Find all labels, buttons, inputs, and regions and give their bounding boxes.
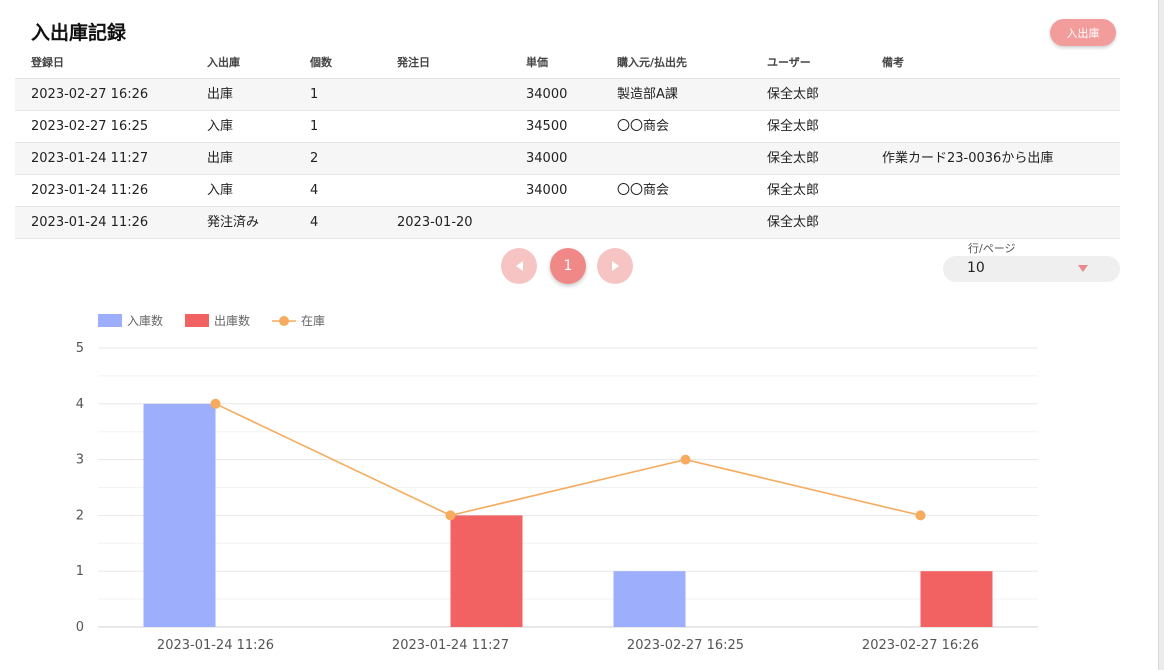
x-tick-label: 2023-02-27 16:25: [627, 638, 744, 653]
rows-per-page-value: 10: [967, 260, 985, 276]
table-cell: 2: [310, 151, 319, 166]
rows-per-page-label: 行/ページ: [968, 242, 1016, 255]
legend-label: 在庫: [301, 314, 325, 328]
legend-label: 入庫数: [127, 313, 163, 328]
table-row[interactable]: 2023-02-27 16:26 出庫 1 34000 製造部A課 保全太郎: [15, 79, 1120, 111]
legend-swatch: [98, 314, 122, 327]
x-tick-label: 2023-02-27 16:26: [862, 638, 979, 653]
y-tick-label: 4: [76, 397, 84, 412]
table-cell: 保全太郎: [767, 87, 820, 102]
legend-label: 出庫数: [214, 313, 250, 328]
bar: [920, 571, 993, 627]
table-cell: 出庫: [207, 151, 234, 166]
y-tick-label: 5: [76, 341, 84, 356]
table-cell: 34000: [526, 151, 568, 166]
x-tick-label: 2023-01-24 11:27: [392, 638, 509, 653]
legend-marker: [279, 316, 290, 326]
table-cell: 2023-02-27 16:26: [31, 87, 149, 102]
table-cell: 2023-01-24 11:26: [31, 215, 149, 230]
next-page-button[interactable]: [597, 248, 633, 284]
y-tick-label: 0: [76, 620, 84, 635]
table-cell: 4: [310, 183, 319, 198]
rows-per-page-select[interactable]: 10: [943, 256, 1120, 282]
table-cell: 〇〇商会: [617, 183, 670, 198]
legend-swatch: [185, 314, 210, 327]
records-table: 登録日 入出庫 個数 発注日 単価 購入元/払出先 ユーザー 備考 2023-0…: [15, 46, 1120, 239]
page-number-button[interactable]: 1: [550, 248, 586, 284]
table-cell: 保全太郎: [767, 119, 820, 134]
line-point: [445, 510, 456, 521]
stock-chart: 0 1 2 3 4 5 2023-01-24 11:26 2023-01-24 11:27 20…: [76, 313, 1038, 653]
bar: [143, 403, 216, 627]
scrollbar-track[interactable]: [1158, 0, 1164, 670]
table-cell: 入庫: [207, 183, 234, 198]
table-cell: 入庫: [207, 119, 234, 134]
header-cell[interactable]: 入出庫: [207, 46, 240, 79]
header-cell[interactable]: ユーザー: [767, 46, 811, 79]
table-cell: 34500: [526, 119, 568, 134]
y-tick-label: 2: [76, 508, 84, 523]
line-point: [915, 510, 926, 521]
table-cell: 4: [310, 215, 319, 230]
stock-inout-button[interactable]: 入出庫: [1050, 19, 1116, 46]
table-cell: 1: [310, 119, 319, 134]
y-tick-label: 1: [76, 564, 84, 579]
table-cell: 保全太郎: [767, 151, 820, 166]
table-cell: 製造部A課: [617, 87, 678, 102]
header-cell[interactable]: 備考: [882, 46, 904, 79]
table-row[interactable]: 2023-01-24 11:26 発注済み 4 2023-01-20 保全太郎: [15, 207, 1120, 239]
table-cell: 2023-01-24 11:27: [31, 151, 149, 166]
table-cell: 34000: [526, 183, 568, 198]
table-cell: 34000: [526, 87, 568, 102]
header-cell[interactable]: 登録日: [31, 46, 64, 79]
table-cell: 2023-02-27 16:25: [31, 119, 149, 134]
table-cell: 1: [310, 87, 319, 102]
page-title: 入出庫記録: [31, 22, 127, 44]
table-header: 登録日 入出庫 個数 発注日 単価 購入元/払出先 ユーザー 備考: [15, 46, 1120, 79]
x-tick-label: 2023-01-24 11:26: [157, 638, 274, 653]
table-cell: 出庫: [207, 87, 234, 102]
table-cell: 保全太郎: [767, 215, 820, 230]
line-point: [680, 454, 691, 465]
table-cell: 2023-01-24 11:26: [31, 183, 149, 198]
header-cell[interactable]: 単価: [526, 46, 548, 79]
table-cell: 作業カード23-0036から出庫: [882, 151, 1054, 166]
header-cell[interactable]: 購入元/払出先: [617, 46, 687, 79]
dropdown-caret-icon: [1078, 265, 1088, 272]
table-row[interactable]: 2023-01-24 11:27 出庫 2 34000 保全太郎 作業カード23…: [15, 143, 1120, 175]
bar: [450, 515, 523, 627]
header-cell[interactable]: 発注日: [397, 46, 430, 79]
table-row[interactable]: 2023-01-24 11:26 入庫 4 34000 〇〇商会 保全太郎: [15, 175, 1120, 207]
header-cell[interactable]: 個数: [310, 46, 332, 79]
y-tick-label: 3: [76, 453, 84, 468]
bar: [613, 571, 686, 627]
prev-page-icon: [515, 261, 523, 271]
table-cell: 2023-01-20: [397, 215, 473, 230]
table-cell: 発注済み: [207, 215, 260, 230]
table-row[interactable]: 2023-02-27 16:25 入庫 1 34500 〇〇商会 保全太郎: [15, 111, 1120, 143]
table-cell: 保全太郎: [767, 183, 820, 198]
table-cell: 〇〇商会: [617, 119, 670, 134]
line-point: [210, 398, 221, 409]
prev-page-button[interactable]: [501, 248, 537, 284]
next-page-icon: [611, 261, 619, 271]
